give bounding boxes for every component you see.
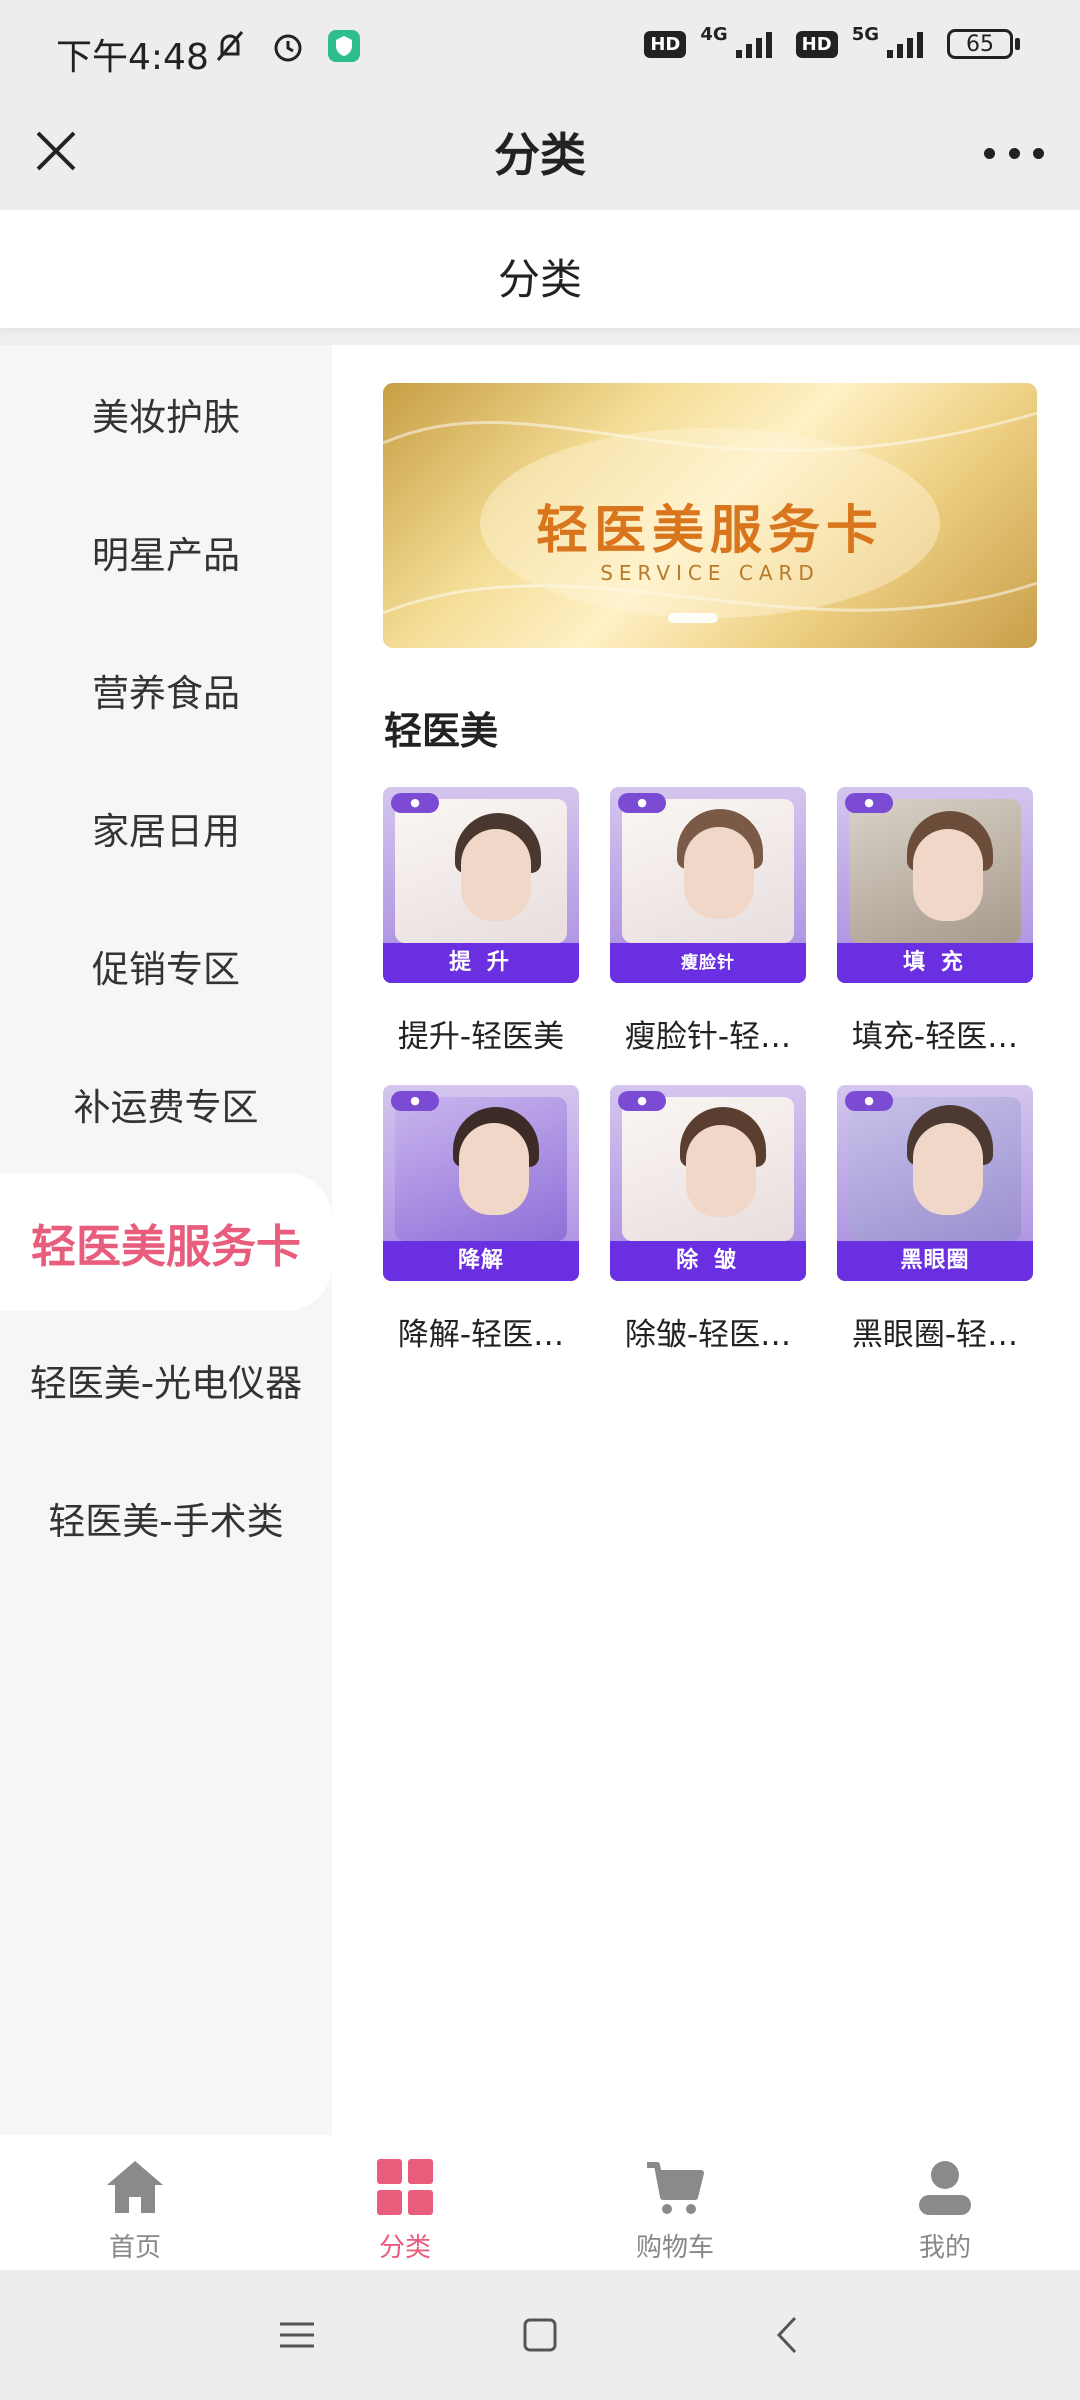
sidebar-item-home-daily[interactable]: 家居日用 — [0, 759, 332, 897]
service-card-banner[interactable]: 轻医美服务卡 SERVICE CARD — [383, 383, 1037, 648]
home-icon — [107, 2161, 163, 2213]
tab-category[interactable]: 分类 — [270, 2135, 540, 2270]
product-tag: 除 皱 — [610, 1241, 806, 1281]
sidebar-item-surgery[interactable]: 轻医美-手术类 — [0, 1449, 332, 1587]
network-4g-label: 4G — [700, 23, 728, 45]
system-navigation-bar — [0, 2270, 1080, 2400]
banner-subtitle: SERVICE CARD — [600, 561, 820, 585]
product-thumbnail[interactable]: ● 瘦脸针 — [610, 787, 806, 983]
battery-tip — [1015, 38, 1020, 50]
sidebar-item-nutrition[interactable]: 营养食品 — [0, 621, 332, 759]
sub-header-title: 分类 — [497, 255, 582, 304]
face-shape — [686, 1125, 756, 1217]
product-thumbnail[interactable]: ● 降解 — [383, 1085, 579, 1281]
banner-title: 轻医美服务卡 — [535, 501, 884, 561]
page-title: 分类 — [494, 128, 586, 182]
product-card[interactable]: ● 瘦脸针 瘦脸针-轻… — [610, 787, 806, 1056]
product-card[interactable]: ● 除 皱 除皱-轻医… — [610, 1085, 806, 1354]
product-thumbnail[interactable]: ● 黑眼圈 — [837, 1085, 1033, 1281]
product-card[interactable]: ● 填 充 填充-轻医… — [837, 787, 1033, 1056]
thumb-background — [395, 1097, 567, 1241]
product-card[interactable]: ● 提 升 提升-轻医美 — [383, 787, 579, 1056]
product-tag: 黑眼圈 — [837, 1241, 1033, 1281]
category-grid-icon — [377, 2159, 433, 2215]
sub-header: 分类 — [0, 210, 1080, 328]
sidebar-item-light-aesthetic-card[interactable]: 轻医美服务卡 — [0, 1173, 332, 1311]
tab-profile[interactable]: 我的 — [810, 2135, 1080, 2270]
thumb-background — [849, 799, 1021, 943]
face-shape — [461, 829, 531, 921]
category-content: 轻医美服务卡 SERVICE CARD 轻医美 ● 提 升 提升-轻医美 ● 瘦… — [332, 345, 1080, 2135]
cart-icon — [647, 2162, 704, 2214]
tab-cart-label: 购物车 — [635, 2233, 714, 2263]
tab-home-label: 首页 — [108, 2233, 161, 2263]
product-name[interactable]: 降解-轻医… — [383, 1309, 579, 1354]
hd-badge-1: HD — [644, 30, 687, 58]
brand-logo-icon: ● — [845, 793, 893, 813]
menu-icon[interactable] — [272, 2310, 322, 2360]
product-thumbnail[interactable]: ● 除 皱 — [610, 1085, 806, 1281]
status-bar: 下午4:48 HD 4G HD 5G 65 — [0, 0, 1080, 105]
face-shape — [913, 1123, 983, 1215]
sidebar-item-promotion[interactable]: 促销专区 — [0, 897, 332, 1035]
product-name[interactable]: 除皱-轻医… — [610, 1309, 806, 1354]
product-tag: 瘦脸针 — [610, 943, 806, 983]
thumb-background — [622, 1097, 794, 1241]
category-sidebar: 美妆护肤 明星产品 营养食品 家居日用 促销专区 补运费专区 轻医美服务卡 轻医… — [0, 345, 332, 2135]
product-tag: 提 升 — [383, 943, 579, 983]
face-shape — [684, 827, 754, 919]
tab-profile-label: 我的 — [918, 2233, 971, 2263]
section-title: 轻医美 — [384, 709, 499, 753]
back-icon[interactable] — [763, 2310, 813, 2360]
network-5g-label: 5G — [851, 23, 879, 45]
tab-category-label: 分类 — [378, 2233, 431, 2263]
battery-level: 65 — [966, 31, 994, 57]
hd-badge-2: HD — [795, 30, 838, 58]
brand-logo-icon: ● — [391, 793, 439, 813]
status-time: 下午4:48 — [56, 37, 209, 78]
product-name[interactable]: 填充-轻医… — [837, 1011, 1033, 1056]
tab-home[interactable]: 首页 — [0, 2135, 270, 2270]
sidebar-item-shipping-fee[interactable]: 补运费专区 — [0, 1035, 332, 1173]
brand-logo-icon: ● — [618, 793, 666, 813]
face-shape — [913, 829, 983, 921]
alarm-icon — [274, 34, 302, 62]
signal-icon — [735, 32, 772, 58]
thumb-background — [622, 799, 794, 943]
product-tag: 填 充 — [837, 943, 1033, 983]
product-name[interactable]: 黑眼圈-轻… — [837, 1309, 1033, 1354]
sidebar-item-photoelectric[interactable]: 轻医美-光电仪器 — [0, 1311, 332, 1449]
brand-logo-icon: ● — [391, 1091, 439, 1111]
tab-cart[interactable]: 购物车 — [540, 2135, 810, 2270]
signal-icon-2 — [887, 32, 923, 58]
thumb-background — [849, 1097, 1021, 1241]
product-thumbnail[interactable]: ● 提 升 — [383, 787, 579, 983]
mute-bell-icon — [216, 31, 244, 61]
product-name[interactable]: 瘦脸针-轻… — [610, 1011, 806, 1056]
product-card[interactable]: ● 黑眼圈 黑眼圈-轻… — [837, 1085, 1033, 1354]
face-shape — [459, 1123, 529, 1215]
product-name[interactable]: 提升-轻医美 — [383, 1011, 579, 1056]
product-tag: 降解 — [383, 1241, 579, 1281]
more-options-icon[interactable] — [984, 141, 1044, 165]
sidebar-item-star-products[interactable]: 明星产品 — [0, 483, 332, 621]
product-thumbnail[interactable]: ● 填 充 — [837, 787, 1033, 983]
thumb-background — [395, 799, 567, 943]
user-icon — [919, 2161, 971, 2215]
product-card[interactable]: ● 降解 降解-轻医… — [383, 1085, 579, 1354]
sidebar-item-beauty[interactable]: 美妆护肤 — [0, 345, 332, 483]
status-right: HD 4G HD 5G 65 — [644, 24, 1020, 60]
banner-indicator — [668, 613, 718, 623]
bottom-tab-bar: 首页 分类 购物车 我的 — [0, 2135, 1080, 2270]
brand-logo-icon: ● — [618, 1091, 666, 1111]
security-shield-icon — [328, 30, 360, 62]
home-square-icon[interactable] — [515, 2310, 565, 2360]
title-bar: 分类 — [0, 105, 1080, 210]
status-icons-left — [210, 26, 362, 66]
brand-logo-icon: ● — [845, 1091, 893, 1111]
battery-icon: 65 — [947, 29, 1013, 59]
